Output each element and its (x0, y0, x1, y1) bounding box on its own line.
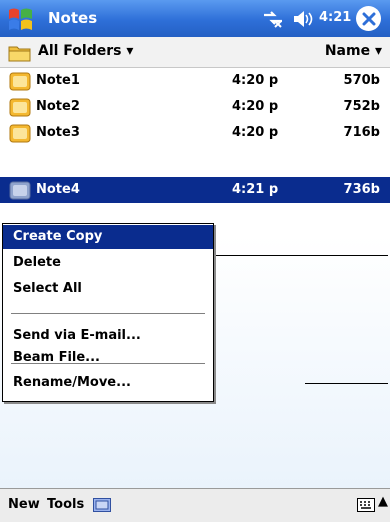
context-menu: Create Copy Delete Select All Send via E… (2, 223, 214, 373)
note-icon (9, 181, 31, 200)
new-button[interactable]: New (8, 497, 40, 512)
menu-item-select-all[interactable]: Select All (3, 277, 213, 301)
menu-item-create-copy[interactable]: Create Copy (3, 225, 213, 249)
list-item-selected[interactable]: Note4 4:21 p 736b (0, 177, 390, 203)
command-bar: New Tools ▲ (0, 488, 390, 522)
note-size: 752b (343, 99, 380, 114)
note-name: Note1 (36, 73, 80, 88)
sort-label: Name (324, 43, 371, 59)
connectivity-icon[interactable] (262, 9, 284, 29)
note-icon (9, 98, 31, 117)
clock[interactable]: 4:21 (319, 10, 351, 25)
menu-item-delete[interactable]: Delete (3, 251, 213, 275)
chevron-down-icon: ▾ (374, 43, 382, 59)
keyboard-icon[interactable] (357, 497, 375, 513)
list-item[interactable]: Note3 4:20 p 716b (0, 120, 390, 146)
speaker-icon[interactable] (292, 10, 314, 28)
menu-item-label: Send via E-mail... (13, 328, 141, 343)
menu-item-label: Delete (13, 255, 61, 270)
menu-item-label: Select All (13, 281, 82, 296)
folder-icon (8, 46, 31, 62)
folder-bar: All Folders ▾ Name ▾ (0, 37, 390, 68)
up-arrow-icon[interactable]: ▲ (378, 494, 388, 509)
list-item[interactable]: Note1 4:20 p 570b (0, 68, 390, 94)
callout-line (193, 255, 388, 256)
recording-icon[interactable] (93, 498, 111, 512)
note-icon (9, 72, 31, 91)
note-name: Note3 (36, 125, 80, 140)
title-bar: Notes 4:21 (0, 0, 390, 37)
tools-menu[interactable]: Tools (47, 497, 84, 512)
context-menu-lower: Rename/Move... (2, 363, 214, 402)
note-time: 4:20 p (232, 73, 279, 88)
app-title: Notes (48, 9, 98, 27)
callout-line (305, 383, 388, 384)
folder-label: All Folders (38, 43, 122, 59)
note-size: 570b (343, 73, 380, 88)
note-name: Note4 (36, 182, 80, 197)
chevron-down-icon: ▾ (126, 43, 134, 59)
list-item[interactable]: Note2 4:20 p 752b (0, 94, 390, 120)
menu-divider (11, 363, 205, 364)
menu-item-beam-file[interactable]: Beam File... (3, 346, 213, 370)
note-icon (9, 124, 31, 143)
windows-start-icon[interactable] (6, 5, 36, 32)
menu-item-send-via-email[interactable]: Send via E-mail... (3, 324, 213, 348)
close-icon (362, 12, 375, 25)
menu-item-label: Create Copy (13, 229, 103, 244)
close-button[interactable] (356, 6, 381, 31)
note-size: 736b (343, 182, 380, 197)
menu-item-label: Rename/Move... (13, 375, 131, 390)
note-name: Note2 (36, 99, 80, 114)
note-time: 4:20 p (232, 99, 279, 114)
menu-divider (11, 313, 205, 314)
note-size: 716b (343, 125, 380, 140)
menu-item-rename-move[interactable]: Rename/Move... (3, 371, 213, 395)
note-time: 4:20 p (232, 125, 279, 140)
note-time: 4:21 p (232, 182, 279, 197)
